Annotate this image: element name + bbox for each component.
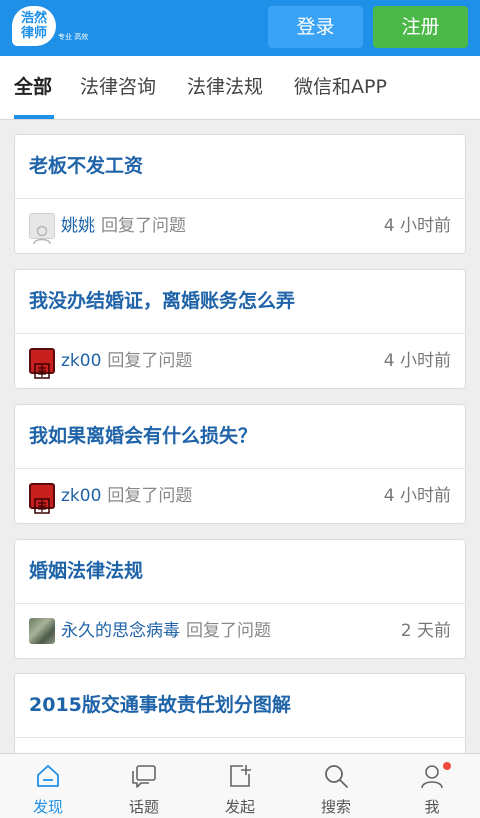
question-title[interactable]: 2015版交通事故责任划分图解 xyxy=(29,674,291,737)
card-divider xyxy=(15,737,465,738)
username-link[interactable]: 永久的思念病毒 xyxy=(61,621,180,641)
question-meta: zk00 回复了问题 4 小时前 xyxy=(29,334,451,388)
timestamp: 4 小时前 xyxy=(383,216,451,236)
tab-all[interactable]: 全部 xyxy=(14,56,52,119)
nav-label: 话题 xyxy=(128,798,159,816)
user-icon xyxy=(421,765,443,789)
timestamp: 4 小时前 xyxy=(383,486,451,506)
question-feed: 老板不发工资 姚姚 回复了问题 4 小时前 我没办结婚证，离婚账务怎么弄 zk0… xyxy=(0,121,480,753)
question-title[interactable]: 婚姻法律法规 xyxy=(29,540,143,603)
avatar[interactable] xyxy=(29,618,55,644)
logo-text-line2: 律师 xyxy=(20,26,47,41)
avatar[interactable] xyxy=(29,348,55,379)
nav-label: 发现 xyxy=(32,798,63,816)
login-button[interactable]: 登录 xyxy=(268,6,363,48)
nav-label: 我 xyxy=(424,798,440,816)
reply-action-text: 回复了问题 xyxy=(186,621,271,641)
category-tabs: 全部 法律咨询 法律法规 微信和APP xyxy=(0,56,480,120)
notification-dot xyxy=(443,762,451,770)
question-title[interactable]: 老板不发工资 xyxy=(29,135,143,198)
question-meta: 姚姚 回复了问题 4 小时前 xyxy=(29,199,451,253)
seal-avatar-icon xyxy=(34,363,50,379)
bottom-nav: 发现 话题 发起 搜索 我 xyxy=(0,753,480,818)
nav-compose[interactable]: 发起 xyxy=(192,754,288,818)
nav-discover[interactable]: 发现 xyxy=(0,754,96,818)
reply-action-text: 回复了问题 xyxy=(101,216,186,236)
search-icon xyxy=(325,765,348,788)
chat-icon xyxy=(132,765,156,788)
username-link[interactable]: 姚姚 xyxy=(61,216,95,236)
avatar[interactable] xyxy=(29,213,55,245)
app-logo[interactable]: 浩然 律师 专业 高效 xyxy=(12,6,88,50)
question-meta: 永久的思念病毒 回复了问题 2 天前 xyxy=(29,604,451,658)
tab-wechat-app[interactable]: 微信和APP xyxy=(294,56,387,119)
nav-search[interactable]: 搜索 xyxy=(288,754,384,818)
question-card[interactable]: 2015版交通事故责任划分图解 xyxy=(14,673,466,753)
avatar[interactable] xyxy=(29,483,55,514)
seal-avatar-icon xyxy=(34,498,50,514)
nav-label: 搜索 xyxy=(320,798,351,816)
reply-user-line: zk00 回复了问题 xyxy=(61,334,192,388)
reply-action-text: 回复了问题 xyxy=(107,351,193,371)
home-icon xyxy=(37,765,59,787)
active-tab-indicator xyxy=(14,115,54,119)
reply-user-line: 姚姚 回复了问题 xyxy=(61,199,186,253)
register-button[interactable]: 注册 xyxy=(373,6,468,48)
question-meta: zk00 回复了问题 4 小时前 xyxy=(29,469,451,523)
default-avatar-icon xyxy=(33,225,51,245)
nav-me[interactable]: 我 xyxy=(384,754,480,818)
question-card[interactable]: 我如果离婚会有什么损失？ zk00 回复了问题 4 小时前 xyxy=(14,404,466,524)
logo-bubble: 浩然 律师 xyxy=(12,6,56,46)
compose-icon xyxy=(230,765,251,787)
reply-user-line: 永久的思念病毒 回复了问题 xyxy=(61,604,271,658)
reply-user-line: zk00 回复了问题 xyxy=(61,469,192,523)
question-card[interactable]: 我没办结婚证，离婚账务怎么弄 zk00 回复了问题 4 小时前 xyxy=(14,269,466,389)
question-card[interactable]: 婚姻法律法规 永久的思念病毒 回复了问题 2 天前 xyxy=(14,539,466,659)
nav-label: 发起 xyxy=(224,798,255,816)
question-title[interactable]: 我如果离婚会有什么损失？ xyxy=(29,405,257,468)
question-title[interactable]: 我没办结婚证，离婚账务怎么弄 xyxy=(29,270,295,333)
nav-topics[interactable]: 话题 xyxy=(96,754,192,818)
logo-text-line1: 浩然 xyxy=(20,11,47,26)
top-bar: 浩然 律师 专业 高效 登录 注册 xyxy=(0,0,480,56)
timestamp: 4 小时前 xyxy=(383,351,451,371)
timestamp: 2 天前 xyxy=(400,621,451,641)
logo-subtext: 专业 高效 xyxy=(58,33,89,41)
username-link[interactable]: zk00 xyxy=(61,351,101,371)
tab-legal-consult[interactable]: 法律咨询 xyxy=(80,56,156,119)
question-card[interactable]: 老板不发工资 姚姚 回复了问题 4 小时前 xyxy=(14,134,466,254)
tab-legal-regulations[interactable]: 法律法规 xyxy=(187,56,263,119)
username-link[interactable]: zk00 xyxy=(61,486,101,506)
reply-action-text: 回复了问题 xyxy=(107,486,193,506)
